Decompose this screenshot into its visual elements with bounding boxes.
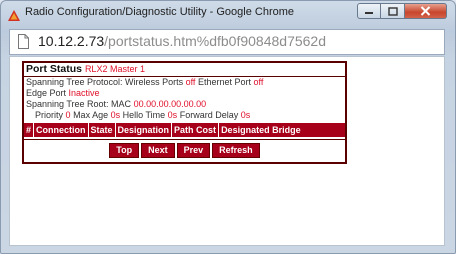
- max-age-value: 0s: [110, 110, 121, 120]
- page-viewport: Port Status RLX2 Master 1 Spanning Tree …: [9, 56, 445, 246]
- forward-delay-value: 0s: [240, 110, 251, 120]
- timers-line: Priority 0 Max Age 0s Hello Time 0s Forw…: [24, 110, 345, 121]
- column-header-path-cost: Path Cost: [172, 123, 220, 137]
- edge-port-line: Edge Port Inactive: [24, 88, 345, 99]
- browser-window: Radio Configuration/Diagnostic Utility -…: [0, 0, 456, 254]
- device-name: RLX2 Master 1: [84, 64, 145, 74]
- minimize-button[interactable]: [357, 3, 381, 19]
- url-path: /portstatus.htm%dfb0f90848d7562d: [104, 33, 326, 49]
- close-icon: [420, 6, 431, 16]
- nav-buttons: Top Next Prev Refresh: [24, 139, 345, 162]
- minimize-icon: [365, 12, 373, 14]
- address-bar[interactable]: 10.12.2.73/portstatus.htm%dfb0f90848d756…: [9, 29, 445, 55]
- top-button[interactable]: Top: [109, 143, 140, 158]
- edge-port-value: Inactive: [68, 88, 100, 98]
- url-text[interactable]: 10.12.2.73/portstatus.htm%dfb0f90848d756…: [38, 33, 326, 49]
- url-host: 10.12.2.73: [38, 33, 105, 49]
- table-header: # Connection State Designation Path Cost…: [24, 123, 345, 137]
- stp-label: Spanning Tree Protocol: Wireless Ports: [26, 77, 184, 87]
- window-controls: [357, 3, 447, 19]
- title-bar[interactable]: Radio Configuration/Diagnostic Utility -…: [1, 1, 455, 29]
- window-title: Radio Configuration/Diagnostic Utility -…: [25, 6, 295, 18]
- port-status-title: Port Status: [26, 63, 83, 75]
- page-icon: [18, 34, 29, 49]
- app-icon: [8, 10, 20, 21]
- column-header-designation: Designation: [116, 123, 173, 137]
- next-button[interactable]: Next: [141, 143, 175, 158]
- stp-ethernet-value: off: [253, 77, 264, 87]
- port-status-panel: Port Status RLX2 Master 1 Spanning Tree …: [22, 61, 347, 164]
- edge-port-label: Edge Port: [26, 88, 67, 98]
- max-age-label: Max Age: [73, 110, 109, 120]
- root-mac: 00.00.00.00.00.00: [133, 99, 207, 109]
- column-header-number: #: [24, 123, 35, 137]
- priority-label: Priority: [35, 110, 64, 120]
- hello-time-value: 0s: [167, 110, 178, 120]
- stp-ethernet-label: Ethernet Port: [197, 77, 251, 87]
- maximize-icon: [387, 6, 398, 16]
- column-header-connection: Connection: [34, 123, 89, 137]
- stp-line: Spanning Tree Protocol: Wireless Ports o…: [24, 77, 345, 88]
- stp-wireless-value: off: [185, 77, 196, 87]
- root-label: Spanning Tree Root: MAC: [26, 99, 132, 109]
- prev-button[interactable]: Prev: [176, 143, 211, 158]
- root-line: Spanning Tree Root: MAC 00.00.00.00.00.0…: [24, 99, 345, 110]
- maximize-button[interactable]: [381, 3, 405, 19]
- priority-value: 0: [65, 110, 71, 120]
- column-header-designated-bridge: Designated Bridge: [221, 125, 301, 135]
- hello-time-label: Hello Time: [122, 110, 166, 120]
- column-header-state: State: [89, 123, 116, 137]
- forward-delay-label: Forward Delay: [179, 110, 239, 120]
- port-status-header: Port Status RLX2 Master 1: [24, 63, 345, 77]
- refresh-button[interactable]: Refresh: [212, 143, 260, 158]
- close-button[interactable]: [405, 3, 447, 19]
